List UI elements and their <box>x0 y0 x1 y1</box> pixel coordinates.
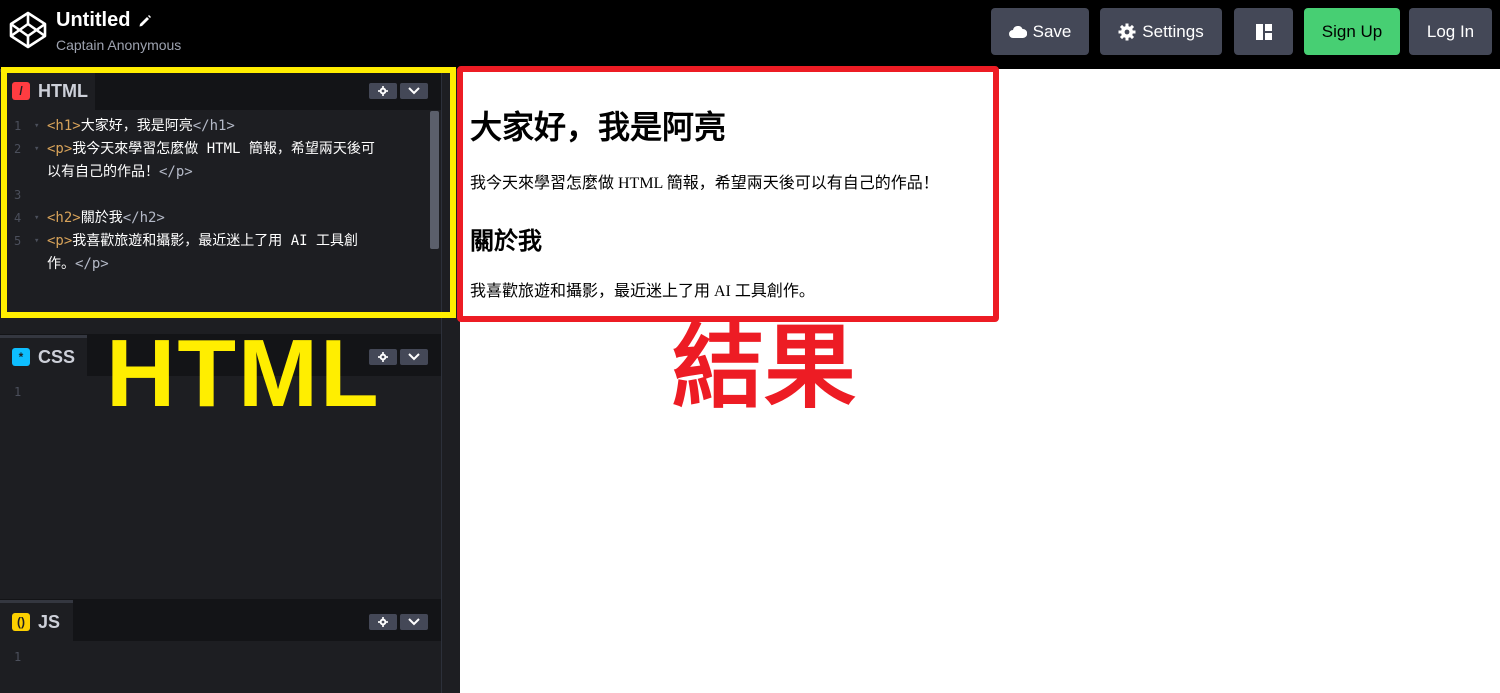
code-line: 1 <box>0 646 428 669</box>
save-button[interactable]: Save <box>991 8 1089 55</box>
settings-button-label: Settings <box>1142 21 1204 41</box>
js-editor-settings-button[interactable] <box>369 614 397 630</box>
result-annotation-label: 結果 <box>672 317 857 419</box>
pen-title-text: Untitled <box>56 9 131 31</box>
css-tab-label: CSS <box>38 346 76 367</box>
line-number: 1 <box>14 650 22 664</box>
gear-icon <box>378 617 388 627</box>
change-view-button[interactable] <box>1234 8 1293 55</box>
pen-author[interactable]: Captain Anonymous <box>56 37 181 53</box>
layout-icon <box>1255 23 1272 40</box>
js-language-icon: () <box>12 613 30 631</box>
top-bar: Untitled Captain Anonymous Save Settings… <box>0 0 1500 69</box>
cloud-icon <box>1008 25 1027 38</box>
pen-title-block: Untitled Captain Anonymous <box>56 9 181 53</box>
js-code-area[interactable]: 1 <box>0 646 428 669</box>
chevron-down-icon <box>408 618 420 626</box>
gear-icon <box>1118 23 1136 40</box>
css-editor-collapse-button[interactable] <box>400 349 428 365</box>
save-button-label: Save <box>1032 21 1072 41</box>
sign-up-button[interactable]: Sign Up <box>1304 8 1400 55</box>
css-language-icon: * <box>12 348 30 366</box>
pencil-icon[interactable] <box>138 14 152 28</box>
settings-button[interactable]: Settings <box>1100 8 1222 55</box>
js-tab-label: JS <box>38 611 61 632</box>
js-pane-header: () JS <box>0 600 441 641</box>
html-highlight-box <box>1 67 456 318</box>
chevron-down-icon <box>408 353 420 361</box>
result-highlight-box <box>457 66 999 322</box>
pen-title[interactable]: Untitled <box>56 9 181 32</box>
js-editor-tab[interactable]: () JS <box>0 600 73 641</box>
codepen-logo-icon[interactable] <box>8 10 48 50</box>
log-in-button[interactable]: Log In <box>1409 8 1492 55</box>
js-editor-collapse-button[interactable] <box>400 614 428 630</box>
js-editor-pane: () JS 1 <box>0 600 441 693</box>
css-editor-tab[interactable]: * CSS <box>0 335 87 376</box>
line-number: 1 <box>14 385 22 399</box>
html-annotation-label: HTML <box>106 320 381 427</box>
